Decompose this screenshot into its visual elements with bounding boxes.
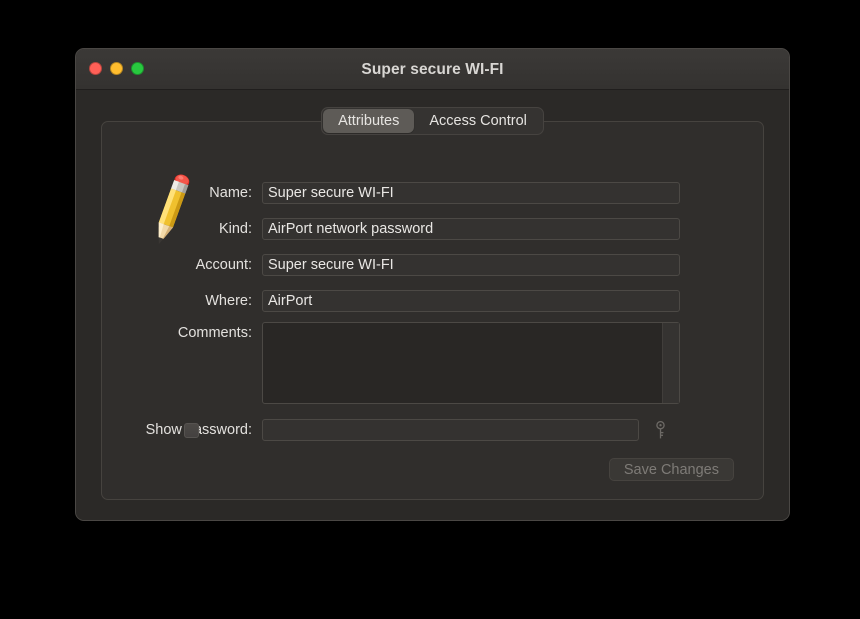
form-row-where: Where: AirPort <box>102 290 680 312</box>
where-input[interactable]: AirPort <box>262 290 680 312</box>
kind-input[interactable]: AirPort network password <box>262 218 680 240</box>
attributes-form: Name: Super secure WI-FI Kind: AirPort n… <box>102 122 763 499</box>
where-label: Where: <box>205 293 252 309</box>
window-titlebar[interactable]: Super secure WI-FI <box>76 49 789 90</box>
keychain-item-window: Super secure WI-FI Attributes Access Con… <box>75 48 790 521</box>
save-changes-button[interactable]: Save Changes <box>608 458 734 481</box>
show-password-checkbox[interactable] <box>184 423 199 438</box>
name-label: Name: <box>209 185 252 201</box>
form-row-name: Name: Super secure WI-FI <box>102 182 680 204</box>
password-input[interactable] <box>262 419 639 441</box>
form-row-kind: Kind: AirPort network password <box>102 218 680 240</box>
form-row-account: Account: Super secure WI-FI <box>102 254 680 276</box>
account-label: Account: <box>195 257 252 273</box>
kind-label: Kind: <box>218 221 252 237</box>
name-input[interactable]: Super secure WI-FI <box>262 182 680 204</box>
comments-scrollbar[interactable] <box>662 323 679 403</box>
tab-bar: Attributes Access Control <box>76 107 789 135</box>
tab-group: Attributes Access Control <box>321 107 544 135</box>
comments-text[interactable] <box>263 323 662 403</box>
key-icon <box>653 419 667 441</box>
form-row-comments: Comments: <box>102 322 680 404</box>
window-title: Super secure WI-FI <box>361 61 504 78</box>
comments-textarea[interactable] <box>262 322 680 404</box>
tab-attributes[interactable]: Attributes <box>323 109 415 133</box>
window-body: Attributes Access Control Name: Super se… <box>76 90 789 520</box>
form-row-show-password: Show password: <box>102 419 667 441</box>
attributes-panel: Name: Super secure WI-FI Kind: AirPort n… <box>101 121 764 500</box>
show-password-label: Show password: <box>145 422 252 438</box>
comments-label: Comments: <box>177 325 252 341</box>
account-input[interactable]: Super secure WI-FI <box>262 254 680 276</box>
tab-access-control[interactable]: Access Control <box>414 109 542 133</box>
desktop-background: Super secure WI-FI Attributes Access Con… <box>0 0 860 619</box>
